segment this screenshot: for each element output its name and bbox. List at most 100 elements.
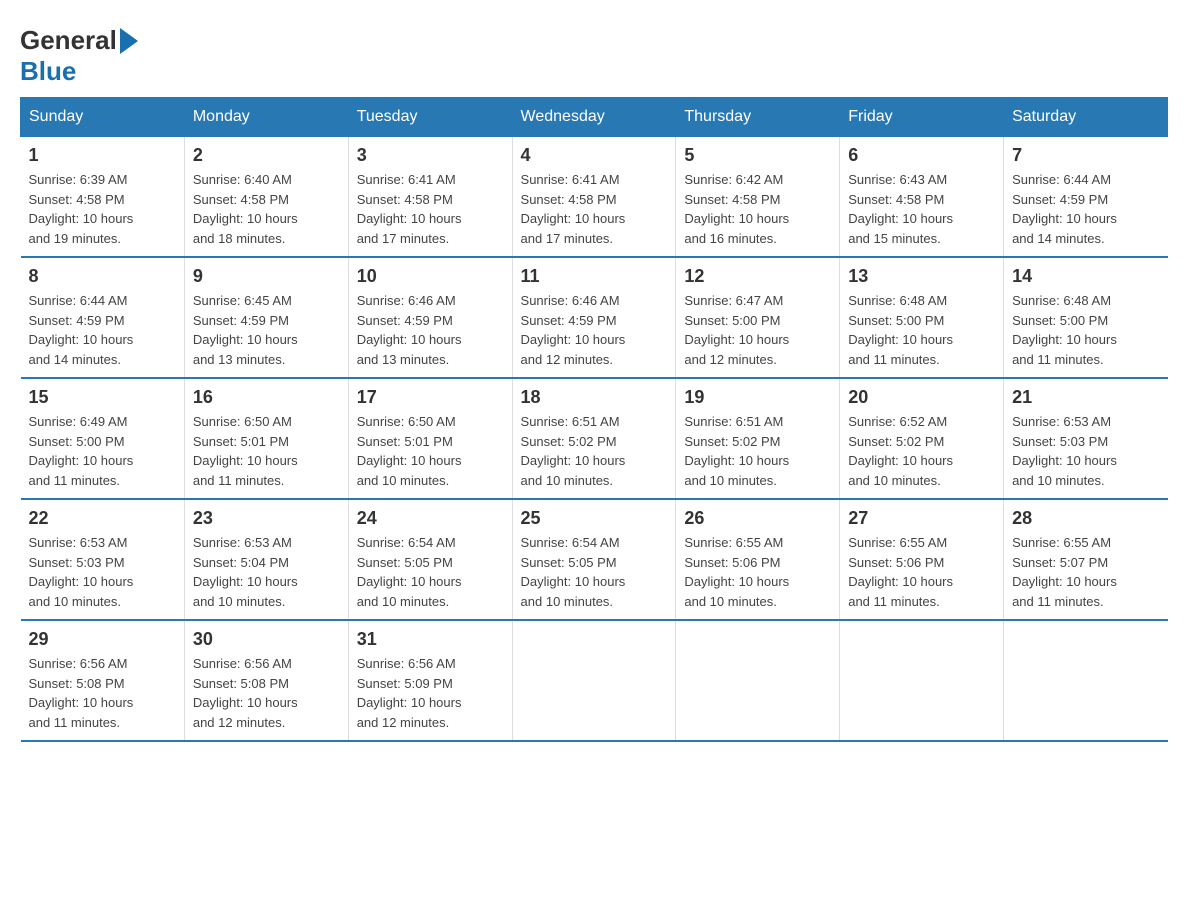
day-number: 16 [193,387,340,408]
calendar-cell: 29 Sunrise: 6:56 AM Sunset: 5:08 PM Dayl… [21,620,185,741]
day-number: 17 [357,387,504,408]
day-number: 19 [684,387,831,408]
day-number: 24 [357,508,504,529]
day-number: 27 [848,508,995,529]
calendar-cell: 2 Sunrise: 6:40 AM Sunset: 4:58 PM Dayli… [184,137,348,258]
day-number: 7 [1012,145,1159,166]
header-monday: Monday [184,98,348,137]
day-number: 3 [357,145,504,166]
calendar-cell: 15 Sunrise: 6:49 AM Sunset: 5:00 PM Dayl… [21,378,185,499]
day-info: Sunrise: 6:46 AM Sunset: 4:59 PM Dayligh… [357,291,504,369]
day-info: Sunrise: 6:49 AM Sunset: 5:00 PM Dayligh… [29,412,176,490]
day-number: 2 [193,145,340,166]
calendar-cell: 23 Sunrise: 6:53 AM Sunset: 5:04 PM Dayl… [184,499,348,620]
day-number: 31 [357,629,504,650]
calendar-table: SundayMondayTuesdayWednesdayThursdayFrid… [20,97,1168,742]
calendar-cell: 7 Sunrise: 6:44 AM Sunset: 4:59 PM Dayli… [1004,137,1168,258]
day-info: Sunrise: 6:42 AM Sunset: 4:58 PM Dayligh… [684,170,831,248]
calendar-header: SundayMondayTuesdayWednesdayThursdayFrid… [21,98,1168,137]
day-number: 13 [848,266,995,287]
day-number: 11 [521,266,668,287]
calendar-cell: 24 Sunrise: 6:54 AM Sunset: 5:05 PM Dayl… [348,499,512,620]
day-number: 15 [29,387,176,408]
day-info: Sunrise: 6:48 AM Sunset: 5:00 PM Dayligh… [848,291,995,369]
day-number: 28 [1012,508,1159,529]
day-info: Sunrise: 6:55 AM Sunset: 5:07 PM Dayligh… [1012,533,1159,611]
calendar-cell: 12 Sunrise: 6:47 AM Sunset: 5:00 PM Dayl… [676,257,840,378]
day-info: Sunrise: 6:43 AM Sunset: 4:58 PM Dayligh… [848,170,995,248]
week-row-5: 29 Sunrise: 6:56 AM Sunset: 5:08 PM Dayl… [21,620,1168,741]
calendar-cell: 3 Sunrise: 6:41 AM Sunset: 4:58 PM Dayli… [348,137,512,258]
calendar-cell: 13 Sunrise: 6:48 AM Sunset: 5:00 PM Dayl… [840,257,1004,378]
logo-blue-text: Blue [20,56,76,87]
day-number: 8 [29,266,176,287]
calendar-cell: 17 Sunrise: 6:50 AM Sunset: 5:01 PM Dayl… [348,378,512,499]
day-info: Sunrise: 6:50 AM Sunset: 5:01 PM Dayligh… [193,412,340,490]
day-number: 26 [684,508,831,529]
day-info: Sunrise: 6:55 AM Sunset: 5:06 PM Dayligh… [848,533,995,611]
calendar-cell: 22 Sunrise: 6:53 AM Sunset: 5:03 PM Dayl… [21,499,185,620]
calendar-cell: 14 Sunrise: 6:48 AM Sunset: 5:00 PM Dayl… [1004,257,1168,378]
header-sunday: Sunday [21,98,185,137]
day-info: Sunrise: 6:47 AM Sunset: 5:00 PM Dayligh… [684,291,831,369]
calendar-cell: 5 Sunrise: 6:42 AM Sunset: 4:58 PM Dayli… [676,137,840,258]
week-row-4: 22 Sunrise: 6:53 AM Sunset: 5:03 PM Dayl… [21,499,1168,620]
day-info: Sunrise: 6:54 AM Sunset: 5:05 PM Dayligh… [357,533,504,611]
day-info: Sunrise: 6:53 AM Sunset: 5:04 PM Dayligh… [193,533,340,611]
day-info: Sunrise: 6:56 AM Sunset: 5:08 PM Dayligh… [29,654,176,732]
day-info: Sunrise: 6:53 AM Sunset: 5:03 PM Dayligh… [1012,412,1159,490]
calendar-cell: 6 Sunrise: 6:43 AM Sunset: 4:58 PM Dayli… [840,137,1004,258]
day-info: Sunrise: 6:56 AM Sunset: 5:08 PM Dayligh… [193,654,340,732]
day-number: 21 [1012,387,1159,408]
calendar-cell: 19 Sunrise: 6:51 AM Sunset: 5:02 PM Dayl… [676,378,840,499]
day-number: 10 [357,266,504,287]
day-number: 14 [1012,266,1159,287]
calendar-cell: 4 Sunrise: 6:41 AM Sunset: 4:58 PM Dayli… [512,137,676,258]
day-number: 22 [29,508,176,529]
calendar-cell [676,620,840,741]
day-info: Sunrise: 6:52 AM Sunset: 5:02 PM Dayligh… [848,412,995,490]
calendar-cell: 30 Sunrise: 6:56 AM Sunset: 5:08 PM Dayl… [184,620,348,741]
day-info: Sunrise: 6:39 AM Sunset: 4:58 PM Dayligh… [29,170,176,248]
day-info: Sunrise: 6:55 AM Sunset: 5:06 PM Dayligh… [684,533,831,611]
day-info: Sunrise: 6:41 AM Sunset: 4:58 PM Dayligh… [521,170,668,248]
day-info: Sunrise: 6:45 AM Sunset: 4:59 PM Dayligh… [193,291,340,369]
calendar-cell: 31 Sunrise: 6:56 AM Sunset: 5:09 PM Dayl… [348,620,512,741]
day-number: 20 [848,387,995,408]
day-info: Sunrise: 6:41 AM Sunset: 4:58 PM Dayligh… [357,170,504,248]
day-number: 30 [193,629,340,650]
day-info: Sunrise: 6:44 AM Sunset: 4:59 PM Dayligh… [1012,170,1159,248]
day-number: 4 [521,145,668,166]
calendar-cell: 26 Sunrise: 6:55 AM Sunset: 5:06 PM Dayl… [676,499,840,620]
logo-triangle-icon [120,28,138,54]
day-number: 23 [193,508,340,529]
day-info: Sunrise: 6:53 AM Sunset: 5:03 PM Dayligh… [29,533,176,611]
calendar-cell: 20 Sunrise: 6:52 AM Sunset: 5:02 PM Dayl… [840,378,1004,499]
week-row-3: 15 Sunrise: 6:49 AM Sunset: 5:00 PM Dayl… [21,378,1168,499]
day-number: 5 [684,145,831,166]
header-thursday: Thursday [676,98,840,137]
day-info: Sunrise: 6:48 AM Sunset: 5:00 PM Dayligh… [1012,291,1159,369]
logo-general-text: General [20,25,117,56]
calendar-cell [1004,620,1168,741]
day-info: Sunrise: 6:51 AM Sunset: 5:02 PM Dayligh… [684,412,831,490]
header-tuesday: Tuesday [348,98,512,137]
day-number: 12 [684,266,831,287]
calendar-cell: 16 Sunrise: 6:50 AM Sunset: 5:01 PM Dayl… [184,378,348,499]
days-of-week-row: SundayMondayTuesdayWednesdayThursdayFrid… [21,98,1168,137]
header-wednesday: Wednesday [512,98,676,137]
day-number: 1 [29,145,176,166]
day-info: Sunrise: 6:44 AM Sunset: 4:59 PM Dayligh… [29,291,176,369]
calendar-cell: 9 Sunrise: 6:45 AM Sunset: 4:59 PM Dayli… [184,257,348,378]
calendar-cell: 1 Sunrise: 6:39 AM Sunset: 4:58 PM Dayli… [21,137,185,258]
day-info: Sunrise: 6:46 AM Sunset: 4:59 PM Dayligh… [521,291,668,369]
day-info: Sunrise: 6:56 AM Sunset: 5:09 PM Dayligh… [357,654,504,732]
calendar-cell [512,620,676,741]
calendar-cell: 18 Sunrise: 6:51 AM Sunset: 5:02 PM Dayl… [512,378,676,499]
day-number: 25 [521,508,668,529]
calendar-cell: 10 Sunrise: 6:46 AM Sunset: 4:59 PM Dayl… [348,257,512,378]
day-number: 6 [848,145,995,166]
header-saturday: Saturday [1004,98,1168,137]
day-info: Sunrise: 6:54 AM Sunset: 5:05 PM Dayligh… [521,533,668,611]
calendar-body: 1 Sunrise: 6:39 AM Sunset: 4:58 PM Dayli… [21,137,1168,742]
